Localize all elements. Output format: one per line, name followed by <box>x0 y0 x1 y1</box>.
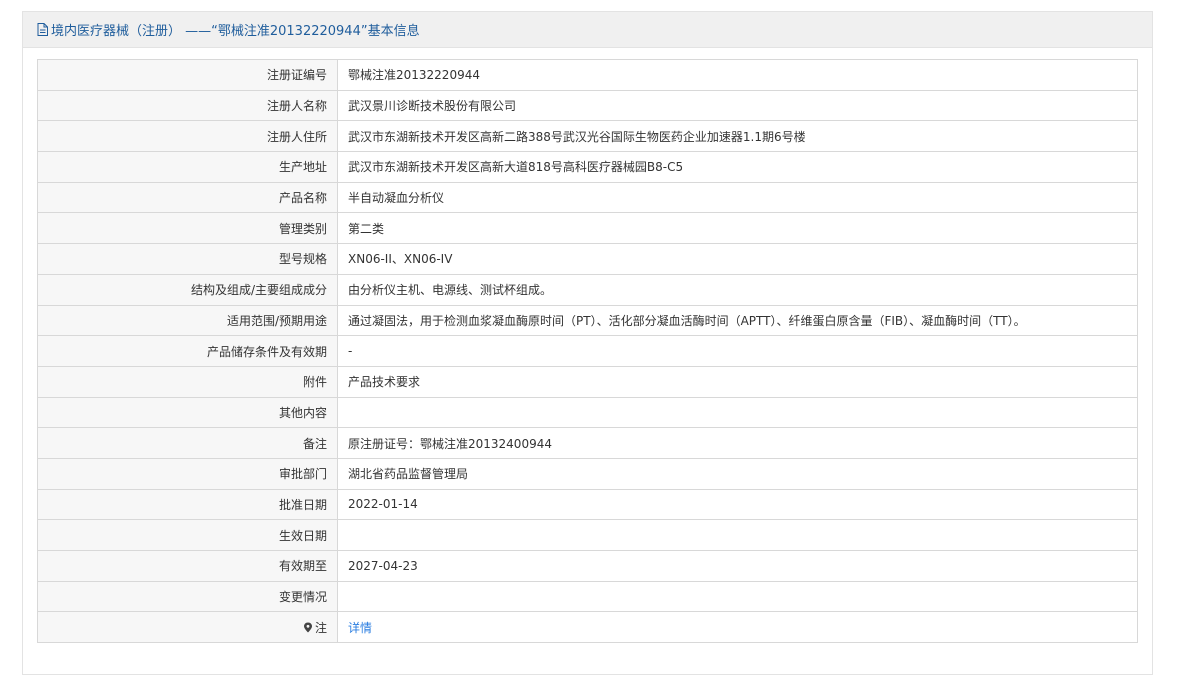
field-value <box>337 519 1138 551</box>
field-label: 产品名称 <box>37 181 338 214</box>
field-value: 鄂械注准20132220944 <box>337 59 1138 91</box>
table-row: 有效期至 2027-04-23 <box>37 550 1138 582</box>
field-label: 备注 <box>37 427 338 459</box>
table-row: 其他内容 <box>37 396 1138 429</box>
table-row-note: 注 详情 <box>37 611 1138 644</box>
field-label: 注册证编号 <box>37 59 338 91</box>
field-label: 有效期至 <box>37 550 338 582</box>
field-value <box>337 580 1138 613</box>
document-icon <box>37 23 48 36</box>
table-row: 产品储存条件及有效期 - <box>37 335 1138 367</box>
table-row: 备注 原注册证号：鄂械注准20132400944 <box>37 427 1138 459</box>
table-row: 管理类别 第二类 <box>37 212 1138 245</box>
note-label: 注 <box>314 620 327 635</box>
field-value: 湖北省药品监督管理局 <box>337 457 1138 490</box>
field-value: 通过凝固法，用于检测血浆凝血酶原时间（PT）、活化部分凝血活酶时间（APTT）、… <box>337 304 1138 337</box>
field-label: 变更情况 <box>37 580 338 613</box>
table-row: 注册人住所 武汉市东湖新技术开发区高新二路388号武汉光谷国际生物医药企业加速器1… <box>37 120 1138 153</box>
panel-header: 境内医疗器械（注册） ——“鄂械注准20132220944”基本信息 <box>23 12 1152 48</box>
field-label: 产品储存条件及有效期 <box>37 335 338 367</box>
info-panel: 境内医疗器械（注册） ——“鄂械注准20132220944”基本信息 注册证编号… <box>22 11 1153 675</box>
field-value: 武汉景川诊断技术股份有限公司 <box>337 89 1138 122</box>
field-value: 详情 <box>337 611 1138 644</box>
table-row: 审批部门 湖北省药品监督管理局 <box>37 457 1138 490</box>
table-row: 批准日期 2022-01-14 <box>37 488 1138 521</box>
field-label: 批准日期 <box>37 488 338 521</box>
field-value: 2022-01-14 <box>337 488 1138 521</box>
field-label: 适用范围/预期用途 <box>37 304 338 337</box>
field-label: 注册人名称 <box>37 89 338 122</box>
table-row: 变更情况 <box>37 580 1138 613</box>
field-label: 生效日期 <box>37 519 338 551</box>
table-row: 注册证编号 鄂械注准20132220944 <box>37 59 1138 91</box>
pin-icon <box>303 622 313 633</box>
table-row: 注册人名称 武汉景川诊断技术股份有限公司 <box>37 89 1138 122</box>
field-label: 结构及组成/主要组成成分 <box>37 273 338 306</box>
field-value: 2027-04-23 <box>337 550 1138 582</box>
table-row: 生产地址 武汉市东湖新技术开发区高新大道818号高科医疗器械园B8-C5 <box>37 151 1138 183</box>
field-label: 注 <box>37 611 338 644</box>
field-label: 注册人住所 <box>37 120 338 153</box>
panel-title: 境内医疗器械（注册） ——“鄂械注准20132220944”基本信息 <box>51 24 420 39</box>
field-value: 产品技术要求 <box>337 365 1138 398</box>
table-row: 适用范围/预期用途 通过凝固法，用于检测血浆凝血酶原时间（PT）、活化部分凝血活酶… <box>37 304 1138 337</box>
field-label: 型号规格 <box>37 243 338 275</box>
field-label: 附件 <box>37 365 338 398</box>
field-value: 由分析仪主机、电源线、测试杯组成。 <box>337 273 1138 306</box>
info-table: 注册证编号 鄂械注准20132220944 注册人名称 武汉景川诊断技术股份有限公司注… <box>37 59 1138 644</box>
field-value: - <box>337 335 1138 367</box>
table-row: 型号规格 XN06-II、XN06-IV <box>37 243 1138 275</box>
table-row: 产品名称 半自动凝血分析仪 <box>37 181 1138 214</box>
field-value: 原注册证号：鄂械注准20132400944 <box>337 427 1138 459</box>
field-value: 武汉市东湖新技术开发区高新大道818号高科医疗器械园B8-C5 <box>337 151 1138 183</box>
field-label: 审批部门 <box>37 457 338 490</box>
field-label: 生产地址 <box>37 151 338 183</box>
field-value: XN06-II、XN06-IV <box>337 243 1138 275</box>
field-value: 半自动凝血分析仪 <box>337 181 1138 214</box>
field-value: 第二类 <box>337 212 1138 245</box>
field-label: 其他内容 <box>37 396 338 429</box>
table-row: 附件 产品技术要求 <box>37 365 1138 398</box>
table-row: 生效日期 <box>37 519 1138 551</box>
field-value: 武汉市东湖新技术开发区高新二路388号武汉光谷国际生物医药企业加速器1.1期6号… <box>337 120 1138 153</box>
field-label: 管理类别 <box>37 212 338 245</box>
details-link[interactable]: 详情 <box>348 621 372 635</box>
table-row: 结构及组成/主要组成成分 由分析仪主机、电源线、测试杯组成。 <box>37 273 1138 306</box>
field-value <box>337 396 1138 429</box>
